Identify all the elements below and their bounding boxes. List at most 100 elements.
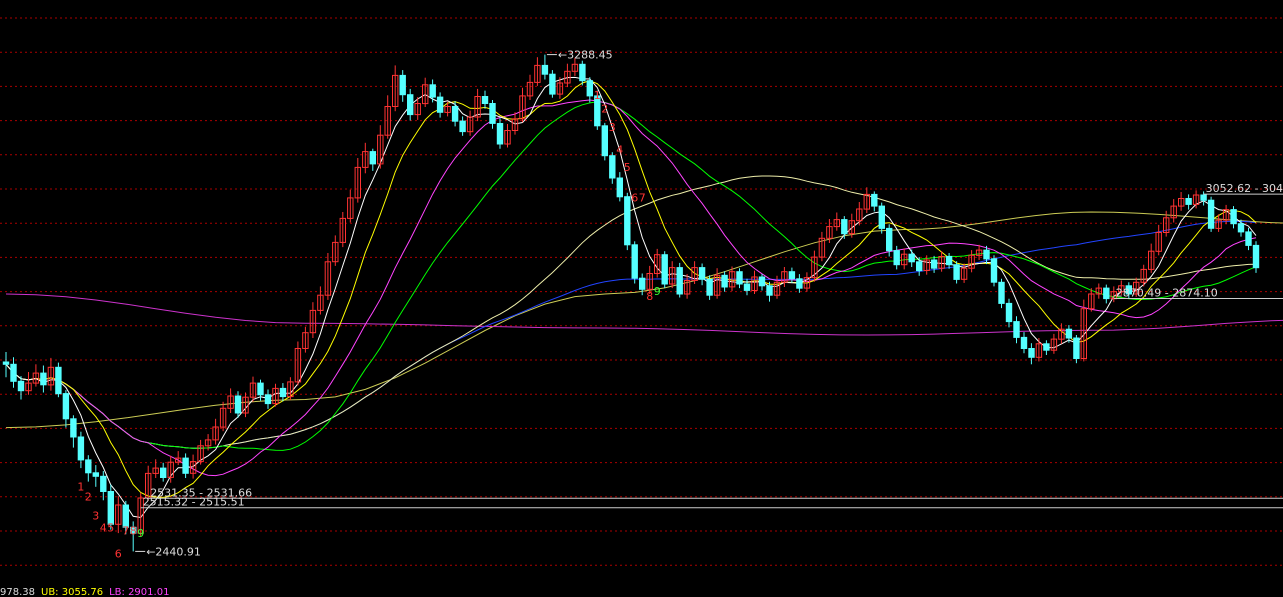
candle-body	[908, 253, 915, 263]
candle-body	[40, 372, 47, 386]
td-marker: 8	[646, 290, 653, 303]
candle-body	[990, 258, 998, 283]
candle-body	[55, 366, 62, 395]
indicator-value-2: LB: 2901.01	[109, 588, 170, 597]
candle-body	[698, 267, 706, 280]
candle-body	[736, 271, 743, 285]
td-marker: 5	[107, 521, 114, 534]
candle-body	[758, 276, 766, 287]
td-marker: 5	[624, 161, 631, 174]
candle-body	[436, 96, 444, 113]
indicator-value-0: 978.38	[0, 588, 35, 597]
candle-body	[62, 393, 70, 420]
candle-body	[2, 361, 10, 365]
candle-body	[77, 436, 85, 461]
indicator-values-bar: 978.38 UB: 3055.76 LB: 2901.01	[0, 588, 175, 597]
extreme-price-label: ←2440.91	[146, 545, 201, 558]
candle-body	[541, 64, 549, 75]
candle-body	[841, 219, 848, 235]
candle-body	[631, 244, 638, 279]
candle-body	[234, 395, 242, 414]
candle-body	[676, 267, 683, 295]
candle-body	[549, 73, 556, 95]
candle-body	[1005, 302, 1013, 323]
candle-body	[930, 259, 938, 269]
candle-body	[706, 278, 713, 296]
td-marker: 7	[122, 524, 129, 537]
candle-body	[639, 277, 646, 290]
candle-body	[70, 418, 77, 438]
td-marker: 7	[639, 191, 646, 204]
candle-body	[878, 205, 885, 229]
candle-body	[1230, 209, 1237, 225]
indicator-value-1: UB: 3055.76	[41, 588, 104, 597]
td-marker: 1	[77, 480, 84, 493]
candle-body	[871, 193, 878, 207]
extreme-price-label: ←3288.45	[558, 49, 613, 62]
candle-body	[107, 491, 114, 525]
td-marker: 3	[609, 121, 616, 134]
candle-body	[1207, 199, 1215, 229]
candle-body	[1013, 321, 1020, 338]
candle-body	[429, 84, 436, 98]
td-marker: 1	[594, 89, 601, 102]
candle-body	[85, 459, 92, 474]
td-marker: 3	[92, 510, 99, 523]
candle-body	[264, 394, 272, 405]
price-level-label: 3052.62 - 3048.48	[1206, 182, 1283, 195]
price-level-label: 2515.32 - 2515.51	[143, 496, 245, 509]
kline-chart[interactable]: 3052.62 - 3048.482870.49 - 2874.102531.3…	[0, 0, 1283, 588]
candle-body	[451, 106, 459, 122]
td-marker: 2	[601, 102, 608, 115]
candle-body	[1065, 328, 1073, 339]
candle-body	[1252, 244, 1260, 269]
td-marker: 4	[616, 143, 623, 156]
candle-body	[721, 274, 728, 288]
candle-body	[1200, 194, 1207, 201]
candle-body	[766, 285, 773, 296]
td-marker: 6	[631, 191, 638, 204]
td-marker: 2	[85, 490, 92, 503]
candle-body	[496, 123, 504, 145]
candle-body	[182, 457, 189, 474]
price-level-label: 2870.49 - 2874.10	[1116, 287, 1218, 300]
candle-body	[489, 103, 496, 124]
candle-body	[609, 155, 616, 179]
td-marker: 6	[115, 548, 122, 561]
candle-body	[17, 380, 25, 392]
candle-body	[945, 256, 953, 266]
candle-body	[10, 363, 17, 382]
candle-body	[916, 261, 923, 272]
candle-body	[481, 96, 489, 104]
candle-body	[1103, 287, 1110, 300]
candle-body	[1073, 337, 1080, 359]
candle-body	[624, 196, 631, 246]
candle-body	[1043, 343, 1050, 351]
candle-body	[796, 278, 803, 289]
candle-body	[1020, 336, 1028, 349]
candle-body	[953, 264, 960, 280]
td-marker: 9	[654, 285, 661, 298]
candle-body	[601, 125, 608, 157]
candle-body	[369, 151, 377, 165]
candle-body	[399, 74, 406, 96]
td-marker: 4	[100, 521, 107, 534]
td-marker: 9	[137, 527, 144, 540]
candle-body	[616, 177, 623, 198]
candle-body	[983, 249, 990, 260]
candle-body	[886, 227, 893, 252]
candle-body	[893, 250, 900, 266]
candle-body	[579, 63, 586, 82]
candle-body	[92, 472, 99, 477]
candle-body	[160, 467, 167, 479]
candle-body	[459, 120, 466, 133]
candle-body	[788, 271, 796, 280]
td-marker: 8	[130, 524, 137, 537]
candle-body	[743, 283, 751, 291]
candle-body	[279, 387, 287, 398]
candle-body	[407, 94, 414, 116]
candle-body	[1185, 198, 1192, 205]
candle-body	[257, 382, 264, 396]
candle-body	[1028, 348, 1035, 358]
candle-body	[1245, 231, 1252, 246]
